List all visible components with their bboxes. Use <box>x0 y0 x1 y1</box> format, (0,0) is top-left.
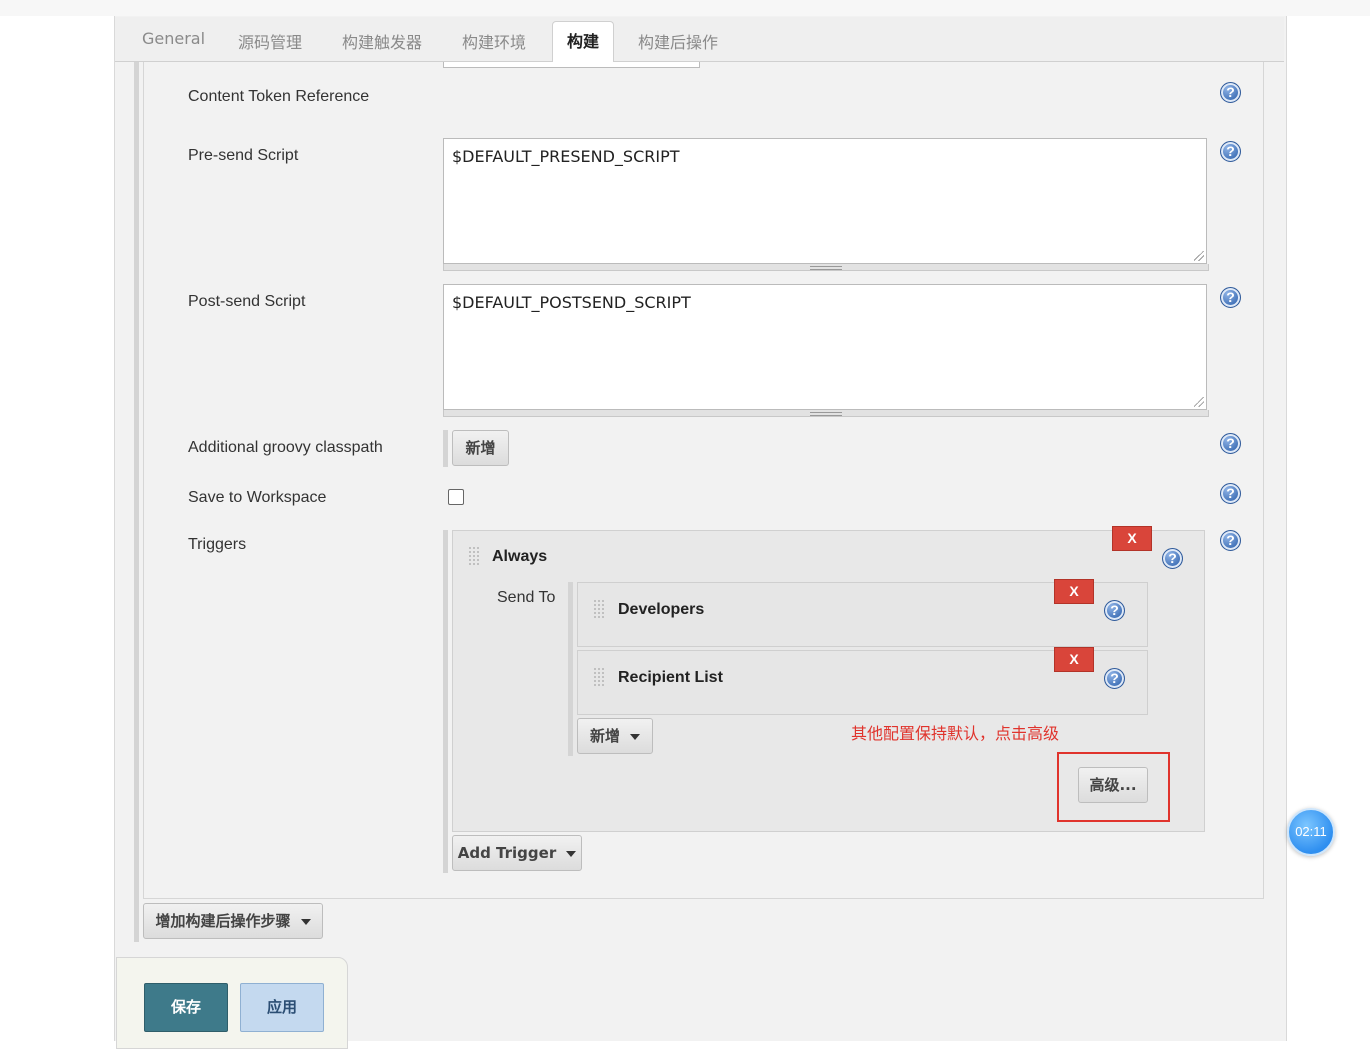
tab-post-build-actions[interactable]: 构建后操作 <box>638 29 718 53</box>
help-icon[interactable]: ? <box>1104 668 1125 689</box>
pre-send-script-label: Pre-send Script <box>188 147 299 164</box>
drag-handle-icon[interactable] <box>468 546 480 566</box>
chevron-down-icon <box>630 733 640 740</box>
add-post-build-step-label: 增加构建后操作步骤 <box>155 912 291 930</box>
help-icon[interactable]: ? <box>1220 82 1241 103</box>
help-icon[interactable]: ? <box>1104 600 1125 621</box>
remove-recipient-button[interactable]: X <box>1054 579 1094 604</box>
classpath-rail <box>443 430 448 467</box>
tab-bar: General 源码管理 构建触发器 构建环境 构建 构建后操作 <box>115 17 1284 63</box>
advanced-button[interactable]: 高级... <box>1078 767 1148 803</box>
resize-grip-icon[interactable] <box>1194 251 1204 261</box>
help-icon[interactable]: ? <box>1220 141 1241 162</box>
textarea-drag-handle[interactable] <box>443 264 1209 271</box>
previous-field-input[interactable] <box>443 62 700 68</box>
apply-button[interactable]: 应用 <box>240 983 324 1032</box>
textarea-drag-handle[interactable] <box>443 410 1209 417</box>
chevron-down-icon <box>300 918 311 925</box>
resize-grip-icon[interactable] <box>1194 397 1204 407</box>
recording-timer-badge[interactable]: 02:11 <box>1287 808 1335 856</box>
help-icon[interactable]: ? <box>1220 530 1241 551</box>
pre-send-script-textarea[interactable]: $DEFAULT_PRESEND_SCRIPT <box>443 138 1207 264</box>
trigger-name: Always <box>492 548 548 565</box>
post-send-script-textarea[interactable]: $DEFAULT_POSTSEND_SCRIPT <box>443 284 1207 410</box>
add-recipient-label: 新增 <box>589 727 620 745</box>
tab-build[interactable]: 构建 <box>552 21 615 63</box>
help-icon[interactable]: ? <box>1220 483 1241 504</box>
add-trigger-label: Add Trigger <box>457 844 557 862</box>
drag-handle-icon[interactable] <box>593 667 605 687</box>
recipient-name: Recipient List <box>618 669 723 686</box>
triggers-label: Triggers <box>188 536 247 553</box>
post-send-script-value: $DEFAULT_POSTSEND_SCRIPT <box>452 293 691 312</box>
add-recipient-button[interactable]: 新增 <box>577 718 653 754</box>
tab-build-environment[interactable]: 构建环境 <box>462 29 526 53</box>
save-to-workspace-label: Save to Workspace <box>188 489 327 506</box>
tab-build-triggers[interactable]: 构建触发器 <box>342 29 422 53</box>
remove-trigger-button[interactable]: X <box>1112 526 1152 551</box>
tab-scm[interactable]: 源码管理 <box>238 29 302 53</box>
save-to-workspace-checkbox[interactable] <box>448 489 464 505</box>
triggers-rail <box>443 530 448 873</box>
send-to-rail <box>568 582 573 756</box>
drag-handle-icon[interactable] <box>593 599 605 619</box>
pre-send-script-container: $DEFAULT_PRESEND_SCRIPT <box>443 138 1209 271</box>
section-rail <box>134 62 139 942</box>
groovy-classpath-add-button[interactable]: 新增 <box>452 430 509 466</box>
help-icon[interactable]: ? <box>1162 548 1183 569</box>
help-icon[interactable]: ? <box>1220 287 1241 308</box>
pre-send-script-value: $DEFAULT_PRESEND_SCRIPT <box>452 147 680 166</box>
instruction-annotation: 其他配置保持默认，点击高级 <box>851 724 1060 743</box>
recipient-name: Developers <box>618 601 705 618</box>
tab-general[interactable]: General <box>142 29 205 48</box>
remove-recipient-button[interactable]: X <box>1054 647 1094 672</box>
post-send-script-label: Post-send Script <box>188 293 306 310</box>
post-send-script-container: $DEFAULT_POSTSEND_SCRIPT <box>443 284 1209 417</box>
top-bar <box>0 0 1370 16</box>
send-to-label: Send To <box>497 589 556 606</box>
add-trigger-button[interactable]: Add Trigger <box>452 835 582 871</box>
help-icon[interactable]: ? <box>1220 433 1241 454</box>
add-post-build-step-button[interactable]: 增加构建后操作步骤 <box>143 903 323 939</box>
save-button[interactable]: 保存 <box>144 983 228 1032</box>
groovy-classpath-label: Additional groovy classpath <box>188 439 383 456</box>
chevron-down-icon <box>566 850 577 857</box>
content-token-reference-label: Content Token Reference <box>188 88 370 105</box>
